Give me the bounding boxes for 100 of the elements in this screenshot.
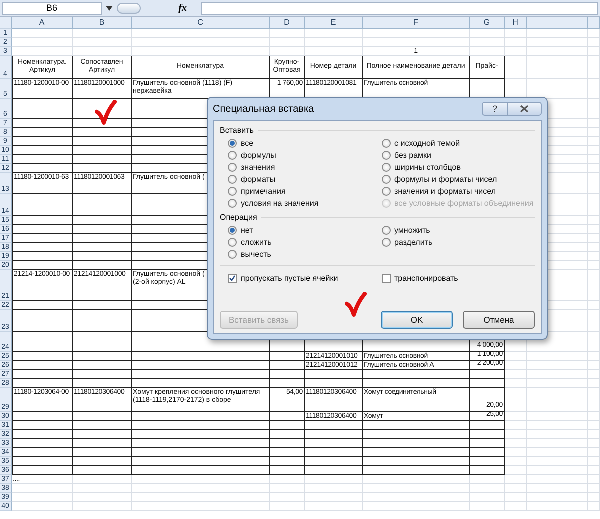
grid-cell[interactable] — [470, 421, 505, 430]
close-button[interactable] — [508, 102, 542, 116]
grid-cell[interactable] — [73, 225, 132, 234]
grid-cell[interactable] — [73, 352, 132, 361]
grid-cell[interactable] — [132, 457, 270, 466]
grid-cell[interactable] — [363, 370, 470, 379]
grid-cell[interactable] — [12, 234, 73, 243]
formula-input-field[interactable] — [201, 2, 598, 14]
grid-cell[interactable] — [270, 466, 305, 475]
grid-cell[interactable] — [132, 379, 270, 388]
grid-cell[interactable] — [73, 234, 132, 243]
grid-cell[interactable] — [12, 261, 73, 270]
grid-cell[interactable] — [12, 412, 73, 421]
radio-option[interactable]: форматы — [228, 175, 276, 184]
grid-cell[interactable] — [305, 430, 363, 439]
grid-cell[interactable] — [12, 194, 73, 216]
grid-cell[interactable] — [73, 379, 132, 388]
grid-cell[interactable] — [12, 352, 73, 361]
grid-cell[interactable] — [270, 448, 305, 457]
grid-cell[interactable] — [305, 379, 363, 388]
grid-cell[interactable] — [132, 421, 270, 430]
grid-cell[interactable] — [270, 457, 305, 466]
grid-cell[interactable] — [73, 252, 132, 261]
grid-cell[interactable] — [12, 146, 73, 155]
grid-cell[interactable] — [270, 430, 305, 439]
radio-option[interactable]: вычесть — [228, 250, 272, 259]
grid-cell[interactable] — [470, 448, 505, 457]
grid-cell[interactable] — [12, 421, 73, 430]
grid-cell[interactable] — [470, 439, 505, 448]
grid-cell[interactable] — [12, 128, 73, 137]
grid-cell[interactable] — [363, 439, 470, 448]
grid-cell[interactable] — [73, 361, 132, 370]
grid-cell[interactable] — [12, 361, 73, 370]
grid-cell[interactable] — [12, 370, 73, 379]
grid-cell[interactable] — [73, 412, 132, 421]
column-header[interactable] — [527, 17, 588, 29]
grid-cell[interactable] — [270, 361, 305, 370]
grid-cell[interactable] — [73, 243, 132, 252]
grid-cell[interactable] — [363, 448, 470, 457]
grid-cell[interactable] — [132, 439, 270, 448]
grid-cell[interactable] — [12, 379, 73, 388]
grid-cell[interactable] — [270, 412, 305, 421]
grid-cell[interactable] — [73, 310, 132, 332]
help-button[interactable]: ? — [482, 102, 508, 116]
column-header[interactable]: F — [363, 17, 470, 29]
grid-cell[interactable] — [132, 370, 270, 379]
radio-option[interactable]: умножить — [382, 226, 430, 235]
grid-cell[interactable] — [305, 448, 363, 457]
grid-cell[interactable] — [363, 421, 470, 430]
radio-option[interactable]: с исходной темой — [382, 139, 460, 148]
grid-cell[interactable] — [305, 421, 363, 430]
grid-cell[interactable] — [12, 252, 73, 261]
grid-cell[interactable] — [73, 421, 132, 430]
column-header[interactable]: E — [305, 17, 363, 29]
column-header[interactable]: C — [132, 17, 270, 29]
select-all-button[interactable] — [0, 17, 12, 29]
grid-cell[interactable] — [73, 119, 132, 128]
grid-cell[interactable] — [73, 99, 132, 119]
radio-option[interactable]: формулы и форматы чисел — [382, 175, 498, 184]
grid-cell[interactable] — [363, 379, 470, 388]
grid-cell[interactable] — [363, 466, 470, 475]
grid-cell[interactable] — [470, 370, 505, 379]
grid-cell[interactable] — [73, 457, 132, 466]
grid-cell[interactable] — [12, 430, 73, 439]
grid-cell[interactable] — [270, 379, 305, 388]
radio-option[interactable]: сложить — [228, 238, 272, 247]
grid-cell[interactable] — [470, 466, 505, 475]
grid-cell[interactable] — [305, 439, 363, 448]
grid-cell[interactable] — [270, 421, 305, 430]
grid-cell[interactable] — [12, 99, 73, 119]
grid-cell[interactable] — [305, 466, 363, 475]
radio-option[interactable]: условия на значения — [228, 199, 319, 208]
grid-cell[interactable] — [12, 225, 73, 234]
grid-cell[interactable] — [305, 457, 363, 466]
grid-cell[interactable] — [73, 370, 132, 379]
grid-cell[interactable] — [132, 412, 270, 421]
grid-cell[interactable] — [132, 466, 270, 475]
grid-cell[interactable] — [132, 352, 270, 361]
grid-cell[interactable] — [12, 216, 73, 225]
grid-cell[interactable] — [363, 457, 470, 466]
column-header[interactable]: B — [73, 17, 132, 29]
insert-function-button[interactable]: fx — [174, 2, 191, 14]
column-header[interactable]: A — [12, 17, 73, 29]
dropdown-caret-icon[interactable] — [106, 6, 113, 10]
radio-option[interactable]: ширины столбцов — [382, 163, 461, 172]
radio-option[interactable]: разделить — [382, 238, 433, 247]
grid-cell[interactable] — [12, 332, 73, 352]
grid-cell[interactable] — [73, 301, 132, 310]
checkbox[interactable]: пропускать пустые ячейки — [228, 274, 338, 283]
column-header[interactable] — [588, 17, 600, 29]
grid-cell[interactable] — [270, 370, 305, 379]
radio-option[interactable]: нет — [228, 226, 254, 235]
grid-cell[interactable] — [12, 164, 73, 173]
radio-option[interactable]: все — [228, 139, 254, 148]
grid-cell[interactable] — [73, 216, 132, 225]
radio-option[interactable]: значения и форматы чисел — [382, 187, 496, 196]
grid-cell[interactable] — [470, 379, 505, 388]
column-header[interactable]: H — [505, 17, 527, 29]
grid-cell[interactable] — [270, 352, 305, 361]
grid-cell[interactable] — [305, 370, 363, 379]
